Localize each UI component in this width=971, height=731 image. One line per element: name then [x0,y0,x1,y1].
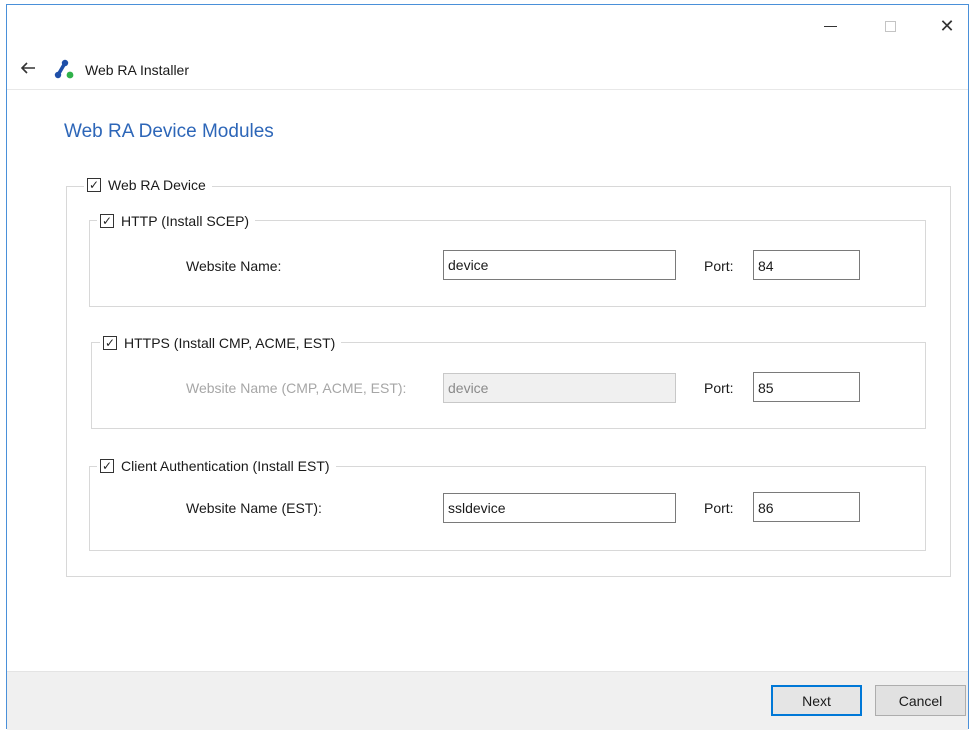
back-arrow-icon[interactable] [19,59,39,79]
https-checkbox-row[interactable]: ✓ HTTPS (Install CMP, ACME, EST) [100,335,342,351]
client-auth-port-label: Port: [704,500,734,516]
client-auth-website-name-input[interactable] [443,493,676,523]
client-auth-checkbox-row[interactable]: ✓ Client Authentication (Install EST) [97,458,336,474]
https-port-input[interactable] [753,372,860,402]
app-title: Web RA Installer [85,62,190,78]
https-checkbox[interactable]: ✓ [103,336,117,350]
maximize-icon [884,20,896,32]
http-checkbox-row[interactable]: ✓ HTTP (Install SCEP) [97,213,256,229]
http-port-input[interactable] [753,250,860,280]
client-auth-website-name-label: Website Name (EST): [186,500,322,516]
web-ra-device-checkbox[interactable]: ✓ [87,178,101,192]
installer-window: ✕ Web RA Installer Web RA Device Modules… [6,4,969,730]
title-bar: Web RA Installer [7,49,968,89]
minimize-icon [823,25,837,27]
app-logo-icon [53,58,75,80]
cancel-button[interactable]: Cancel [875,685,966,716]
client-auth-checkbox[interactable]: ✓ [100,459,114,473]
header-divider [7,89,968,90]
http-website-name-input[interactable] [443,250,676,280]
http-label: HTTP (Install SCEP) [121,213,250,229]
web-ra-device-checkbox-row[interactable]: ✓ Web RA Device [84,177,212,193]
http-checkbox[interactable]: ✓ [100,214,114,228]
maximize-button[interactable] [868,13,912,39]
client-auth-label: Client Authentication (Install EST) [121,458,330,474]
client-auth-port-input[interactable] [753,492,860,522]
https-website-name-input [443,373,676,403]
minimize-button[interactable] [808,13,852,39]
web-ra-device-label: Web RA Device [108,177,206,193]
https-port-label: Port: [704,380,734,396]
https-label: HTTPS (Install CMP, ACME, EST) [124,335,336,351]
next-button[interactable]: Next [771,685,862,716]
close-button[interactable]: ✕ [925,13,969,39]
page-title: Web RA Device Modules [64,121,274,142]
http-port-label: Port: [704,258,734,274]
https-website-name-label: Website Name (CMP, ACME, EST): [186,380,407,396]
http-website-name-label: Website Name: [186,258,282,274]
close-icon: ✕ [939,15,955,36]
